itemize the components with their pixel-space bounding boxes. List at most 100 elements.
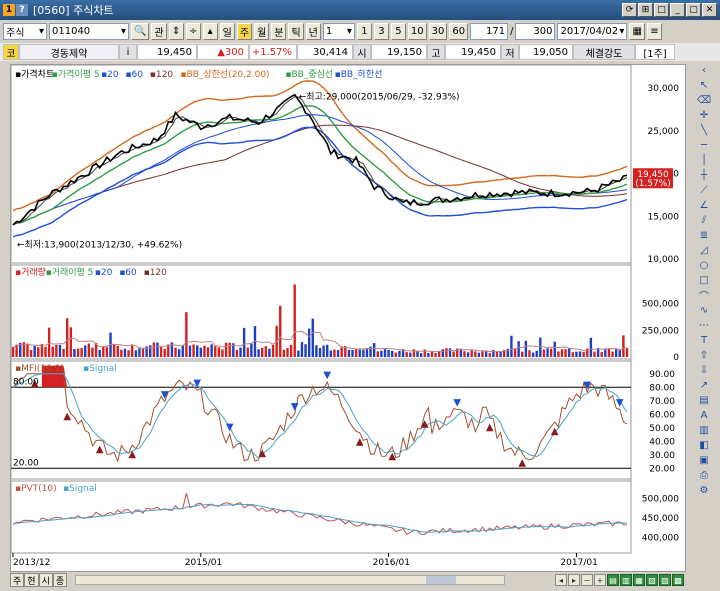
mfi-buy-arrow-icon: ▲ [96,444,104,455]
view-2-icon[interactable]: ▥ [620,574,632,586]
arc-icon[interactable]: ⌒ [695,289,713,303]
volume-bar [409,352,412,357]
x-axis-label: 2016/01 [373,558,410,568]
angle-icon[interactable]: ∠ [695,199,713,212]
mfi-level-hi-label: 80.00 [13,377,39,387]
tab-close-bottom[interactable]: 종 [52,573,68,587]
minimize-icon[interactable]: _ [670,3,685,17]
volume-bar [600,352,603,357]
view-3-icon[interactable]: ▦ [633,574,645,586]
tab-week-bottom[interactable]: 주 [10,573,25,587]
arrow-down-icon[interactable]: ⇩ [695,364,713,377]
vline-icon[interactable]: │ [695,154,713,167]
zoom-in-icon[interactable]: + [594,574,606,586]
view-1-icon[interactable]: ▤ [607,574,619,586]
maximize-icon[interactable]: ▢ [686,3,701,17]
zoom-out-icon[interactable]: − [581,574,593,586]
spin-arrow-icon[interactable]: ▴ [202,23,218,40]
quick-10[interactable]: 10 [407,23,427,40]
close-icon[interactable]: ✕ [702,3,717,17]
chart-type-icon[interactable]: ▤ [695,394,713,407]
restore-icon[interactable]: □ [654,3,669,17]
grid-icon[interactable]: ▦ [629,23,645,40]
updown-button[interactable]: ⇕ [168,23,184,40]
hline-icon[interactable]: ─ [695,139,713,152]
scrollbar[interactable] [75,575,506,585]
tab-minute[interactable]: 분 [271,23,287,40]
help-icon[interactable]: ? [16,4,28,16]
print-icon[interactable]: ⎙ [695,469,713,482]
volume-bar [311,318,314,357]
strength-button[interactable]: 체결강도 [573,44,635,60]
tab-current-bottom[interactable]: 현 [24,573,39,587]
fibo-icon[interactable]: ≣ [695,229,713,242]
chart-canvas[interactable]: 30,00025,00020,00015,00010,000▪가격차트▪가격이평… [10,64,685,571]
view-4-icon[interactable]: ▧ [646,574,658,586]
view-6-icon[interactable]: ▩ [672,574,684,586]
quick-60[interactable]: 60 [449,23,469,40]
pointer-icon[interactable]: ↖ [695,79,713,92]
volume-bar [398,351,401,357]
volume-bar [557,351,560,357]
quote-bar: 코 경동제약 i 19,450 ▲300 +1.57% 30,414 시 19,… [0,43,720,61]
search-icon[interactable]: 🔍 [131,23,150,40]
settings-icon[interactable]: ⚙ [695,484,713,497]
refresh-icon[interactable]: ⟳ [622,3,637,17]
trend-icon[interactable]: ⟋ [695,184,713,197]
rect-icon[interactable]: □ [695,274,713,287]
volume-bar [76,348,80,357]
mfi-y-tick: 20.00 [649,464,675,474]
menu-icon[interactable]: ≡ [646,23,662,40]
cycle-icon[interactable]: ⋯ [695,319,713,332]
quick-1[interactable]: 1 [356,23,372,40]
volume-bar [539,337,542,357]
tab-open-bottom[interactable]: 시 [38,573,53,587]
volume-bar [87,343,91,357]
volume-bar [326,344,329,357]
wave-icon[interactable]: ∿ [695,304,713,317]
gann-icon[interactable]: ◿ [695,244,713,257]
info-button[interactable]: i [119,44,137,60]
circle-icon[interactable]: ○ [695,259,713,272]
quick-5[interactable]: 5 [390,23,406,40]
tab-week[interactable]: 주 [236,23,253,40]
quick-3[interactable]: 3 [373,23,389,40]
count-b-input[interactable]: 300 [515,23,556,40]
save-icon[interactable]: ▣ [695,454,713,467]
crosshair-icon[interactable]: ✛ [695,109,713,122]
interval-select[interactable]: 1 ▾ [322,23,355,40]
auto-icon[interactable]: A [695,409,713,422]
color-icon[interactable]: ◧ [695,439,713,452]
tab-day[interactable]: 일 [219,23,235,40]
volume-bar [546,348,549,357]
scroll-thumb[interactable] [426,576,457,584]
volume-bar [297,350,300,357]
volume-bar [549,348,553,357]
indicator-icon[interactable]: ▥ [695,424,713,437]
gwan-button[interactable]: 관 [151,23,167,40]
quick-30[interactable]: 30 [428,23,448,40]
channel-icon[interactable]: ⫽ [695,214,713,227]
date-select[interactable]: 2017/04/02 ▾ [557,23,628,40]
line-icon[interactable]: ╲ [695,124,713,137]
volume-bar [112,344,116,357]
tab-year[interactable]: 년 [305,23,321,40]
price-legend-item: ▪BB_하한선 [335,69,383,80]
collapse-icon[interactable]: ‹ [695,64,713,77]
chart-area[interactable]: 30,00025,00020,00015,00010,000▪가격차트▪가격이평… [10,64,686,572]
spin-icon[interactable]: ÷ [185,23,201,40]
scroll-left-icon[interactable]: ◂ [555,574,567,586]
text-icon[interactable]: T [695,334,713,347]
pin-icon[interactable]: ⊞ [638,3,653,17]
arrow-up-icon[interactable]: ⇧ [695,349,713,362]
cross-line-icon[interactable]: ┼ [695,169,713,182]
eraser-icon[interactable]: ⌫ [695,94,713,107]
code-input[interactable]: 011040 ▾ [49,23,129,40]
tab-tick[interactable]: 틱 [288,23,304,40]
diagonal-icon[interactable]: ↗ [695,379,713,392]
scroll-right-icon[interactable]: ▸ [568,574,580,586]
view-5-icon[interactable]: ▨ [659,574,671,586]
market-select[interactable]: 주식 ▾ [3,23,47,40]
count-a-input[interactable]: 171 [470,23,509,40]
tab-month[interactable]: 월 [254,23,270,40]
